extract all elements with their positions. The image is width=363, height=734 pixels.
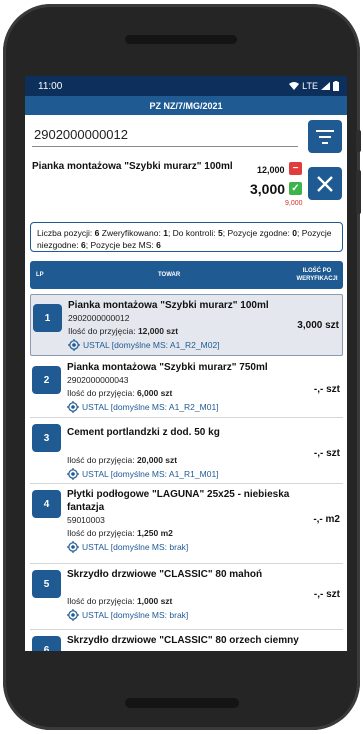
status-time: 11:00 (38, 80, 63, 92)
item-code: 2902000000012 (68, 313, 130, 323)
column-qty: ILOŚĆ PO WERYFIKACJI (296, 268, 338, 282)
bottom-speaker (125, 698, 239, 708)
item-number: 1 (33, 304, 62, 332)
location-icon (68, 339, 80, 351)
item-qty: Ilość do przyjęcia: 12,000 szt (68, 326, 179, 336)
scan-row (25, 115, 347, 157)
volume-up-button (356, 130, 361, 152)
item-verified: -,- szt (313, 448, 340, 459)
item-number: 6 (32, 636, 61, 651)
table-header: LP TOWAR ILOŚĆ PO WERYFIKACJI (30, 261, 343, 289)
power-button (356, 170, 361, 214)
close-button[interactable] (308, 167, 342, 200)
app-screen: 11:00 LTE PZ NZ/7/MG/2021 Pianka montażo… (25, 76, 347, 651)
status-icons: LTE (289, 81, 339, 91)
item-verified: -,- m2 (313, 514, 340, 525)
signal-icon (321, 82, 330, 90)
item-ms[interactable]: USTAL [domyślne MS: A1_R2_M02] (68, 339, 220, 351)
item-name: Cement portlandzki z dod. 50 kg (67, 427, 220, 438)
product-header: Pianka montażowa "Szybki murarz" 100ml 1… (25, 157, 347, 212)
filter-icon (316, 129, 334, 144)
app-bar: PZ NZ/7/MG/2021 (25, 96, 347, 115)
item-ms[interactable]: USTAL [domyślne MS: A1_R2_M01] (67, 401, 219, 413)
column-lp: LP (36, 272, 44, 278)
item-qty: Ilość do przyjęcia: 20,000 szt (67, 455, 178, 465)
location-icon (67, 541, 79, 553)
filter-button[interactable] (308, 120, 342, 153)
item-qty: Ilość do przyjęcia: 1,250 m2 (67, 528, 173, 538)
item-name: Płytki podłogowe "LAGUNA" 25x25 - niebie… (67, 489, 290, 513)
list-item[interactable]: 1 Pianka montażowa "Szybki murarz" 100ml… (30, 294, 343, 356)
list-item[interactable]: 4 Płytki podłogowe "LAGUNA" 25x25 - nieb… (30, 484, 343, 564)
column-towar: TOWAR (158, 272, 181, 278)
qty-missing: 9,000 (285, 200, 303, 207)
items-list: 1 Pianka montażowa "Szybki murarz" 100ml… (25, 294, 347, 651)
list-item[interactable]: 6 Skrzydło drzwiowe "CLASSIC" 80 orzech … (30, 630, 343, 651)
battery-icon (333, 81, 339, 91)
close-icon (317, 175, 333, 192)
item-qty: Ilość do przyjęcia: 6,000 szt (67, 388, 173, 398)
wifi-icon (289, 82, 300, 90)
item-name: Skrzydło drzwiowe "CLASSIC" 80 mahoń (67, 569, 263, 580)
document-title: PZ NZ/7/MG/2021 (149, 100, 223, 111)
qty-to-receive: 12,000 (257, 165, 285, 175)
item-number: 5 (32, 570, 61, 598)
item-ms[interactable]: USTAL [domyślne MS: brak] (67, 609, 188, 621)
location-icon (67, 609, 79, 621)
check-icon[interactable]: ✓ (289, 182, 302, 195)
qty-verified: 3,000 (250, 181, 286, 197)
item-ms[interactable]: USTAL [domyślne MS: A1_R1_M01] (67, 468, 219, 480)
location-icon (67, 401, 79, 413)
summary-box: Liczba pozycji: 6 Zweryfikowano: 1; Do k… (30, 222, 343, 252)
item-verified: 3,000 szt (297, 320, 339, 331)
item-name: Skrzydło drzwiowe "CLASSIC" 80 orzech ci… (67, 635, 299, 646)
item-verified: -,- szt (313, 589, 340, 600)
speaker-grille (125, 35, 237, 44)
item-code: 59010003 (67, 515, 105, 525)
barcode-input[interactable] (32, 123, 298, 147)
item-code: 2902000000043 (67, 375, 129, 385)
network-label: LTE (302, 81, 318, 91)
list-item[interactable]: 5 Skrzydło drzwiowe "CLASSIC" 80 mahoń I… (30, 564, 343, 630)
item-number: 2 (32, 366, 61, 394)
item-qty: Ilość do przyjęcia: 1,000 szt (67, 596, 173, 606)
item-name: Pianka montażowa "Szybki murarz" 750ml (67, 362, 268, 373)
item-ms[interactable]: USTAL [domyślne MS: brak] (67, 541, 188, 553)
item-name: Pianka montażowa "Szybki murarz" 100ml (68, 300, 269, 311)
list-item[interactable]: 2 Pianka montażowa "Szybki murarz" 750ml… (30, 356, 343, 418)
product-name: Pianka montażowa "Szybki murarz" 100ml (32, 161, 233, 172)
status-bar: 11:00 LTE (25, 76, 347, 96)
location-icon (67, 468, 79, 480)
minus-icon[interactable]: − (289, 162, 302, 175)
item-verified: -,- szt (313, 384, 340, 395)
list-item[interactable]: 3 Cement portlandzki z dod. 50 kg Ilość … (30, 418, 343, 484)
item-number: 4 (32, 490, 61, 518)
item-number: 3 (32, 424, 61, 452)
